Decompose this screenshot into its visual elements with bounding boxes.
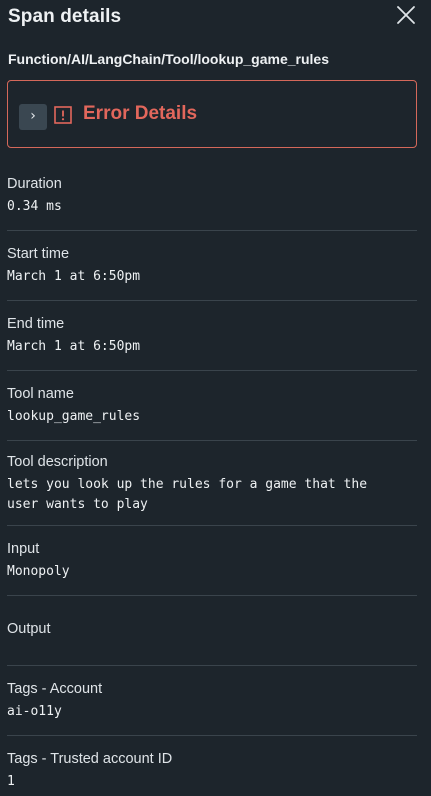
divider	[7, 230, 417, 231]
field-value: 1	[7, 774, 15, 789]
field-label: Output	[7, 621, 51, 637]
field-label: End time	[7, 316, 65, 332]
field-value: lookup_game_rules	[7, 409, 141, 424]
divider	[7, 665, 417, 666]
field-label: Tags - Trusted account ID	[7, 751, 173, 767]
field-tags-trusted-account-id: Tags - Trusted account ID 1	[7, 750, 417, 792]
divider	[7, 440, 417, 441]
field-label: Duration	[7, 176, 62, 192]
divider	[7, 735, 417, 736]
divider	[7, 525, 417, 526]
field-label: Tool description	[7, 454, 108, 470]
field-value: 0.34 ms	[7, 199, 62, 214]
error-icon	[54, 106, 72, 124]
field-output: Output	[7, 620, 417, 642]
divider	[7, 595, 417, 596]
close-icon[interactable]	[395, 4, 417, 26]
field-label: Tool name	[7, 386, 74, 402]
field-tool-description: Tool description lets you look up the ru…	[7, 453, 417, 515]
expand-error-button[interactable]: ›	[19, 104, 47, 130]
field-tool-name: Tool name lookup_game_rules	[7, 385, 417, 427]
span-name: Function/AI/LangChain/Tool/lookup_game_r…	[8, 51, 329, 67]
field-value: lets you look up the rules for a game th…	[7, 477, 375, 512]
span-details-panel: Span details Function/AI/LangChain/Tool/…	[0, 0, 431, 796]
field-start-time: Start time March 1 at 6:50pm	[7, 245, 417, 287]
field-value: ai-o11y	[7, 704, 62, 719]
field-value: March 1 at 6:50pm	[7, 269, 141, 284]
error-details-title: Error Details	[83, 103, 198, 124]
panel-header: Span details	[8, 4, 423, 32]
divider	[7, 370, 417, 371]
field-label: Tags - Account	[7, 681, 103, 697]
error-details-section: › Error Details	[7, 80, 417, 148]
field-tags-account: Tags - Account ai-o11y	[7, 680, 417, 722]
field-label: Start time	[7, 246, 70, 262]
field-input: Input Monopoly	[7, 540, 417, 582]
field-value: March 1 at 6:50pm	[7, 339, 141, 354]
field-end-time: End time March 1 at 6:50pm	[7, 315, 417, 357]
divider	[7, 300, 417, 301]
panel-title: Span details	[8, 6, 122, 27]
field-label: Input	[7, 541, 40, 557]
field-duration: Duration 0.34 ms	[7, 175, 417, 217]
field-value: Monopoly	[7, 564, 70, 579]
